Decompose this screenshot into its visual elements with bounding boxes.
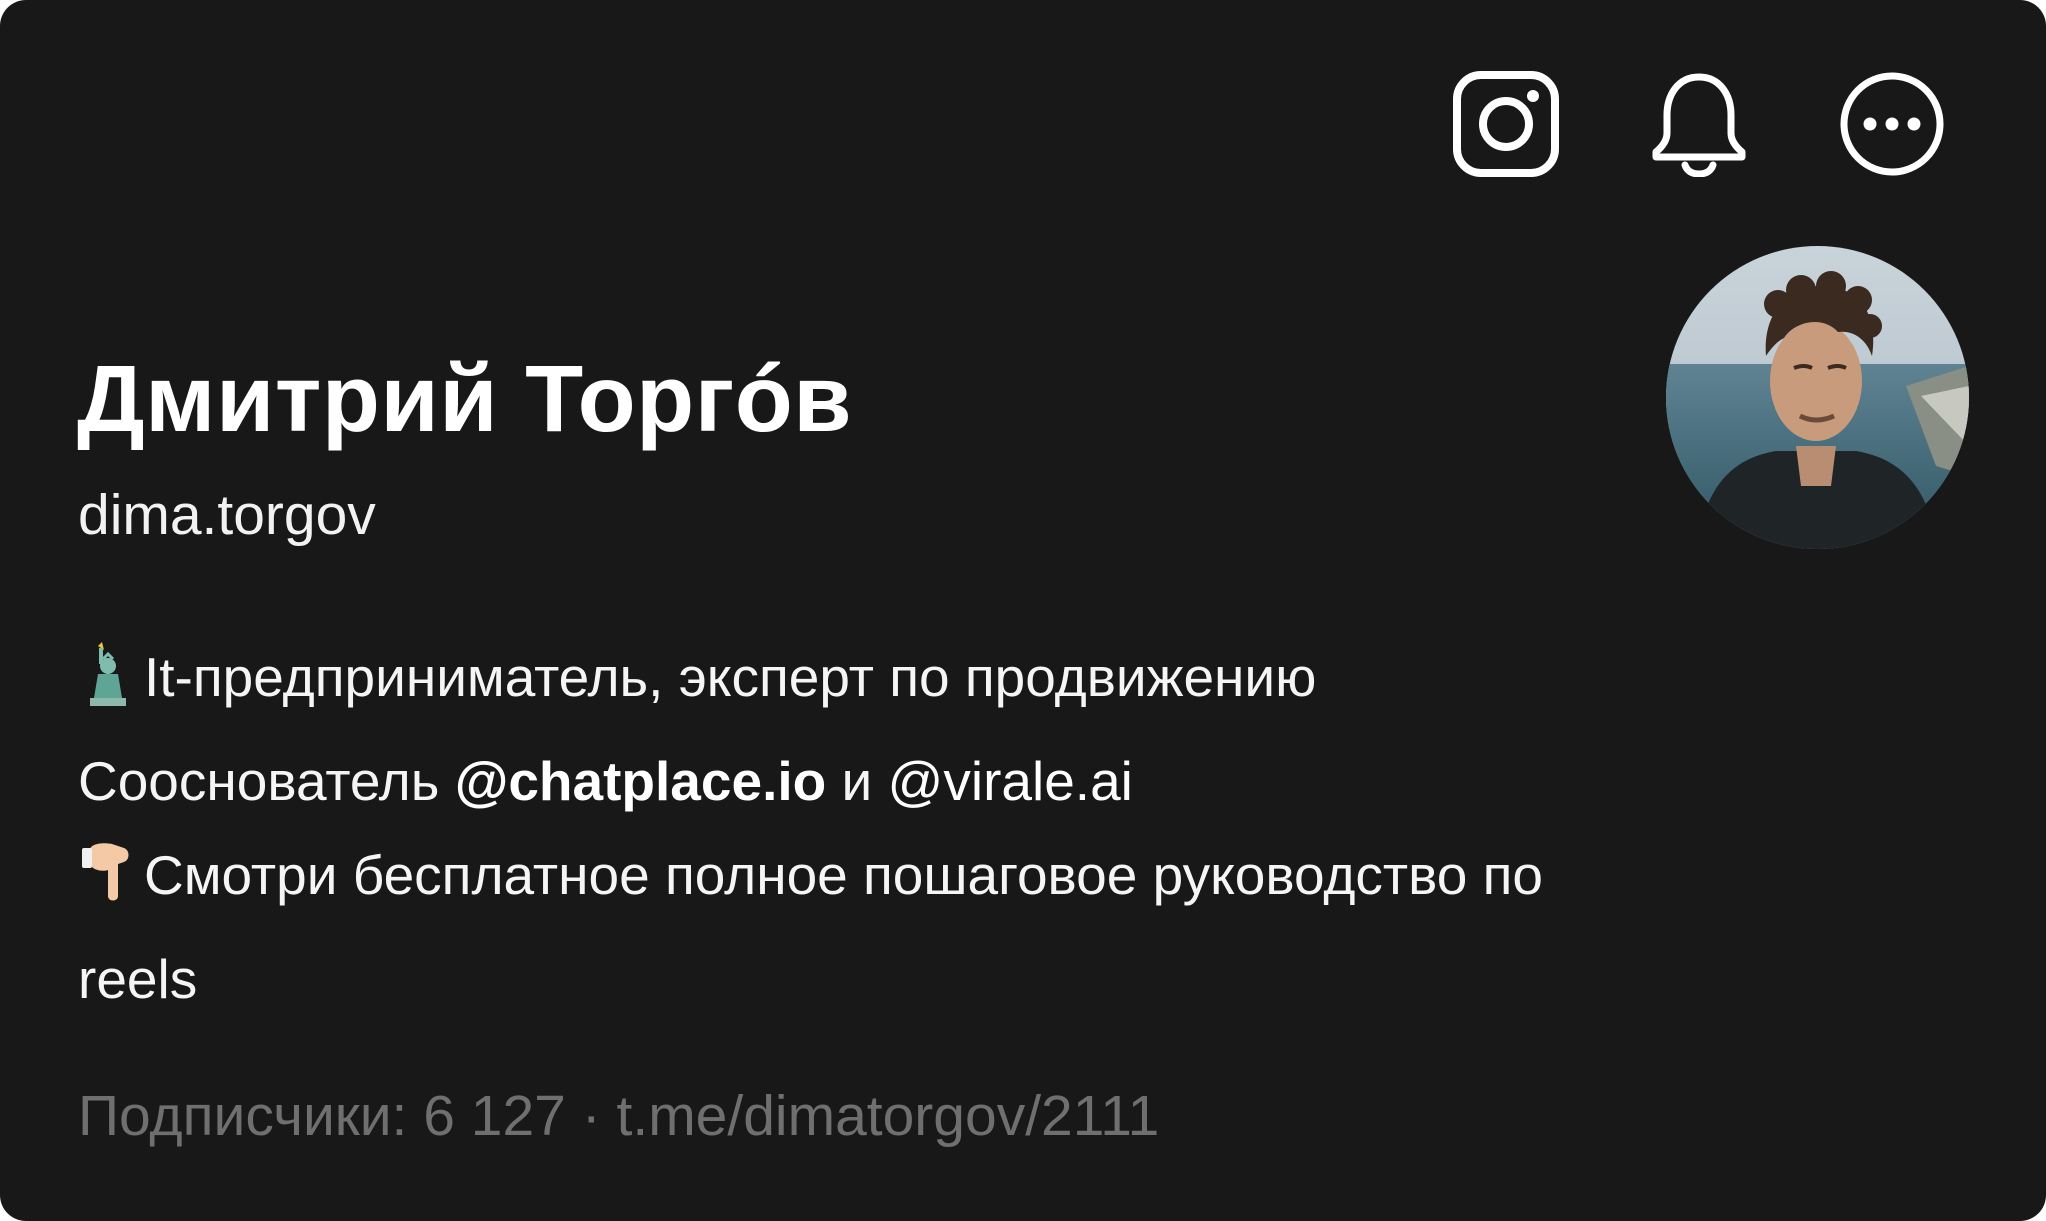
bio-text-3: Смотри бесплатное полное пошаговое руков…	[144, 844, 1543, 906]
notifications-button[interactable]	[1645, 70, 1753, 178]
bio-line-2: Сооснователь @chatplace.io и @virale.ai	[78, 734, 1938, 828]
bio-line-4: reels	[78, 932, 1938, 1026]
top-actions	[1452, 70, 1946, 178]
bio-conjunction: и	[826, 750, 888, 812]
statue-of-liberty-emoji	[78, 640, 136, 734]
channel-link[interactable]: t.me/dimatorgov/2111	[617, 1084, 1160, 1148]
more-icon	[1840, 72, 1944, 176]
profile-username: dima.torgov	[78, 483, 376, 547]
subscribers-count: Подписчики: 6 127	[78, 1084, 566, 1148]
instagram-icon	[1453, 71, 1559, 177]
profile-name: Дмитрий Торгóв	[77, 346, 853, 452]
instagram-button[interactable]	[1452, 70, 1560, 178]
bio-text-1: It-предприниматель, эксперт по продвижен…	[144, 646, 1317, 708]
bio-line-1: It-предприниматель, эксперт по продвижен…	[78, 630, 1938, 734]
more-button[interactable]	[1838, 70, 1946, 178]
mention-virale-link[interactable]: @virale.ai	[888, 750, 1133, 812]
avatar[interactable]	[1666, 246, 1969, 549]
bell-icon	[1652, 73, 1746, 177]
footer-separator: ·	[565, 1084, 617, 1148]
bio-line-3: Смотри бесплатное полное пошаговое руков…	[78, 828, 1938, 932]
mention-chatplace-link[interactable]: @chatplace.io	[455, 750, 827, 812]
bio-text-2: Сооснователь	[78, 750, 455, 812]
profile-bio: It-предприниматель, эксперт по продвижен…	[78, 630, 1938, 1026]
avatar-photo	[1666, 246, 1969, 549]
profile-footer: Подписчики: 6 127 · t.me/dimatorgov/2111	[78, 1088, 1159, 1145]
pointing-down-emoji	[78, 838, 136, 932]
profile-card: Дмитрий Торгóв dima.torgov It-предприним…	[0, 0, 2046, 1221]
bio-text-4: reels	[78, 948, 198, 1010]
